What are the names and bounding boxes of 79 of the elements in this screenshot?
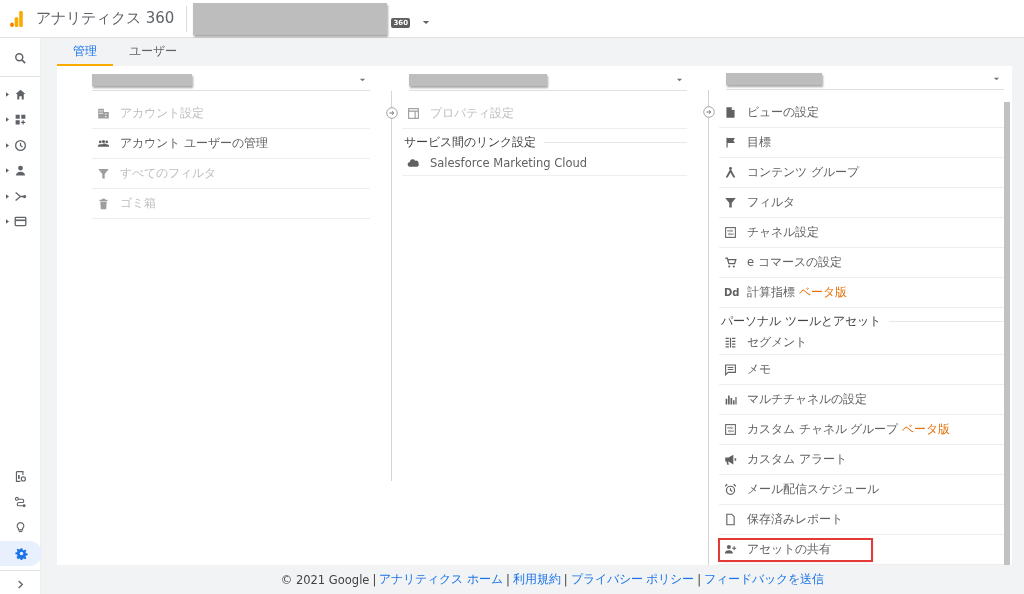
admin-menu-link[interactable]: Dd 計算指標 ベータ版: [720, 282, 853, 303]
filter-icon: [97, 167, 110, 180]
dropdown-caret-icon[interactable]: [359, 77, 366, 82]
alarm-clock-icon: [724, 483, 737, 496]
separator-text: |: [697, 572, 702, 587]
admin-menu-link[interactable]: メール配信スケジュール: [720, 479, 885, 500]
footer-link[interactable]: フィードバックを送信: [704, 572, 825, 587]
footer-link[interactable]: 利用規約: [512, 572, 561, 587]
person-icon[interactable]: [13, 164, 27, 178]
arrow-circle-icon: [386, 107, 398, 119]
cart-icon: [724, 256, 737, 269]
comment-icon: [724, 363, 737, 376]
admin-menu-link[interactable]: アカウント ユーザーの管理: [93, 133, 274, 154]
copyright-text: © 2021 Google: [280, 572, 370, 587]
megaphone-icon: [724, 453, 737, 466]
cloud-icon: [407, 156, 420, 170]
dropdown-caret-icon[interactable]: [676, 77, 683, 82]
expand-caret-icon[interactable]: [6, 193, 9, 199]
beta-label: ベータ版: [799, 285, 847, 300]
filter-icon: [724, 196, 737, 209]
admin-menu-link[interactable]: 保存済みレポート: [720, 509, 849, 530]
separator-text: |: [563, 572, 568, 587]
admin-menu-link[interactable]: メモ: [720, 359, 777, 380]
section-heading: サービス間のリンク設定: [403, 135, 536, 150]
card-icon[interactable]: [13, 215, 27, 229]
admin-menu-link[interactable]: ビューの設定: [720, 102, 825, 123]
separator-text: |: [372, 572, 377, 587]
people-icon: [97, 137, 110, 150]
channel-icon: [724, 423, 737, 436]
expand-caret-icon[interactable]: [6, 142, 9, 148]
footer-link[interactable]: アナリティクス ホーム: [379, 572, 503, 587]
search-icon[interactable]: [13, 52, 27, 66]
chevron-right-icon[interactable]: [15, 580, 25, 589]
admin-menu-link[interactable]: Salesforce Marketing Cloud: [403, 153, 594, 173]
scrollbar-thumb[interactable]: [1004, 102, 1010, 565]
analytics-logo-icon: [9, 9, 24, 28]
content-group-icon: [724, 166, 737, 179]
admin-menu-link[interactable]: コンテンツ グループ: [720, 162, 865, 183]
segment-icon: [724, 335, 737, 349]
dropdown-caret-icon[interactable]: [422, 20, 431, 25]
admin-menu-link[interactable]: アセットの共有: [720, 539, 871, 560]
route-icon[interactable]: [13, 495, 27, 509]
window-icon: [407, 107, 420, 120]
expand-caret-icon[interactable]: [6, 219, 9, 224]
dropdown-caret-icon[interactable]: [993, 77, 1000, 81]
trash-icon: [97, 197, 110, 210]
footer-link[interactable]: プライバシー ポリシー: [570, 572, 695, 587]
tab[interactable]: ユーザー: [113, 38, 193, 66]
clock-icon[interactable]: [13, 138, 27, 152]
expand-caret-icon[interactable]: [6, 117, 9, 122]
admin-menu-link[interactable]: チャネル設定: [720, 222, 825, 243]
channel-icon: [724, 226, 737, 239]
admin-menu-link[interactable]: フィルタ: [720, 192, 801, 213]
settings-icon[interactable]: [14, 546, 28, 560]
product-title: アナリティクス 360: [36, 9, 175, 28]
expand-caret-icon[interactable]: [6, 168, 9, 173]
sidebar-item[interactable]: [0, 540, 42, 566]
bar-chart-icon: [724, 393, 737, 406]
dashboard-icon[interactable]: [13, 113, 27, 127]
home-icon[interactable]: [13, 87, 27, 101]
beta-label: ベータ版: [902, 422, 951, 437]
flag-icon: [724, 136, 737, 149]
admin-menu-link[interactable]: セグメント: [720, 332, 813, 352]
section-heading: パーソナル ツールとアセット: [720, 314, 881, 329]
arrow-circle-icon: [703, 106, 715, 118]
admin-menu-link[interactable]: マルチチャネルの設定: [720, 389, 873, 410]
flow-icon[interactable]: [13, 189, 27, 203]
building-icon: [97, 107, 110, 120]
admin-menu-link[interactable]: 目標: [720, 132, 777, 153]
separator-text: |: [505, 572, 510, 587]
admin-menu-link[interactable]: カスタム アラート: [720, 449, 853, 470]
page-icon: [724, 513, 737, 526]
add-person-icon: [724, 543, 737, 556]
calculated-metric-icon: Dd: [724, 287, 739, 298]
expand-caret-icon[interactable]: [6, 91, 9, 97]
document-icon: [724, 106, 737, 119]
admin-menu-link[interactable]: e コマースの設定: [720, 252, 848, 273]
admin-menu-link[interactable]: カスタム チャネル グループ ベータ版: [720, 419, 957, 440]
report-settings-icon[interactable]: [13, 470, 27, 484]
